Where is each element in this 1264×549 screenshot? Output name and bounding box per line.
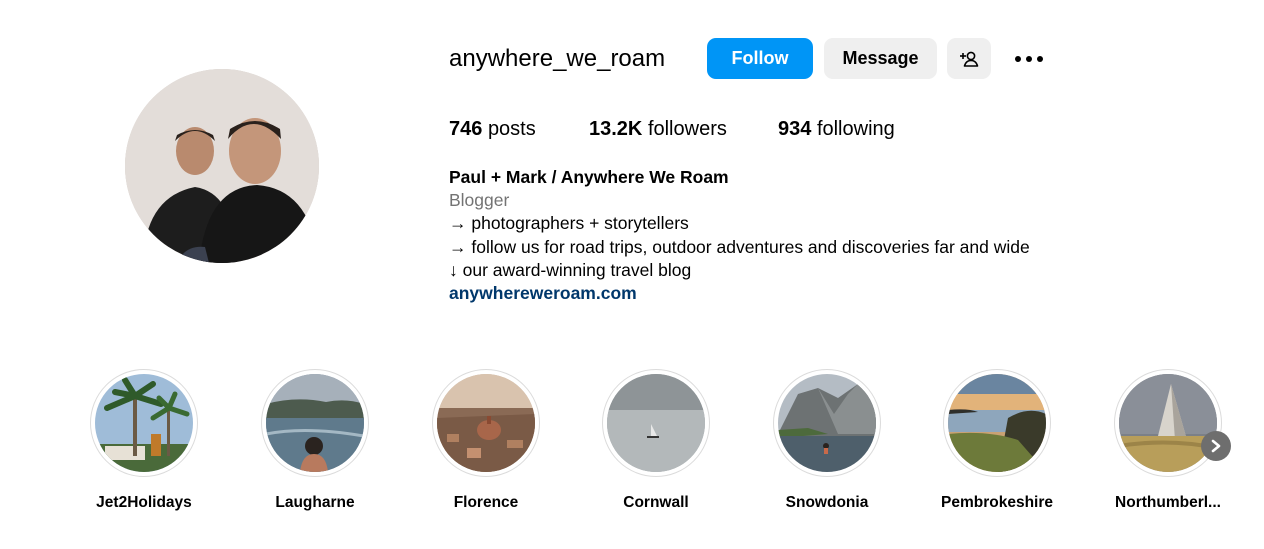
- following-count: 934: [778, 118, 812, 140]
- highlight-pembrokeshire[interactable]: Pembrokeshire: [941, 369, 1053, 519]
- followers-label: followers: [647, 118, 727, 140]
- highlight-label: Jet2Holidays: [96, 494, 192, 511]
- highlight-cover: [95, 374, 193, 472]
- highlight-cover: [266, 374, 364, 472]
- bio-category: Blogger: [449, 190, 510, 211]
- bio-name: Paul + Mark / Anywhere We Roam: [449, 167, 729, 187]
- highlight-cover: [1119, 374, 1217, 472]
- highlight-cover: [607, 374, 705, 472]
- follow-button[interactable]: Follow: [707, 38, 813, 79]
- suggested-users-button[interactable]: [947, 38, 991, 79]
- highlight-label: Northumberl...: [1115, 494, 1221, 511]
- highlights-next-button[interactable]: [1201, 431, 1231, 461]
- highlight-cornwall[interactable]: Cornwall: [602, 369, 710, 519]
- highlight-label: Laugharne: [275, 494, 355, 511]
- more-options-icon[interactable]: [1010, 48, 1048, 70]
- highlight-snowdonia[interactable]: Snowdonia: [773, 369, 881, 519]
- posts-label: posts: [487, 118, 536, 140]
- highlight-label: Pembrokeshire: [941, 494, 1053, 511]
- chevron-right-icon: [1211, 439, 1221, 453]
- followers-stat[interactable]: 13.2K followers: [589, 116, 727, 142]
- following-label: following: [816, 118, 895, 140]
- highlight-cover: [778, 374, 876, 472]
- posts-count: 746: [449, 118, 483, 140]
- dot: [1015, 56, 1021, 62]
- highlight-label: Cornwall: [623, 494, 689, 511]
- highlight-label: Florence: [453, 494, 519, 511]
- highlight-laugharne[interactable]: Laugharne: [261, 369, 369, 519]
- following-stat[interactable]: 934 following: [778, 116, 895, 142]
- dot: [1026, 56, 1032, 62]
- posts-stat: 746 posts: [449, 116, 536, 142]
- dot: [1037, 56, 1043, 62]
- highlight-cover: [948, 374, 1046, 472]
- bio-line: → follow us for road trips, outdoor adve…: [449, 236, 1030, 257]
- highlight-cover: [437, 374, 535, 472]
- bio-line: ↓ our award-winning travel blog: [449, 259, 692, 280]
- message-button[interactable]: Message: [824, 38, 937, 79]
- profile-avatar[interactable]: [125, 69, 319, 263]
- profile-bio: Paul + Mark / Anywhere We Roam Blogger →…: [449, 166, 1030, 305]
- highlight-label: Snowdonia: [785, 494, 869, 511]
- highlight-florence[interactable]: Florence: [432, 369, 540, 519]
- add-person-icon: [960, 51, 979, 67]
- followers-count: 13.2K: [589, 118, 643, 140]
- bio-website-link[interactable]: anywhereweroam.com: [449, 283, 637, 303]
- bio-line: → photographers + storytellers: [449, 213, 689, 234]
- profile-username: anywhere_we_roam: [449, 45, 666, 72]
- highlight-jet2holidays[interactable]: Jet2Holidays: [90, 369, 198, 519]
